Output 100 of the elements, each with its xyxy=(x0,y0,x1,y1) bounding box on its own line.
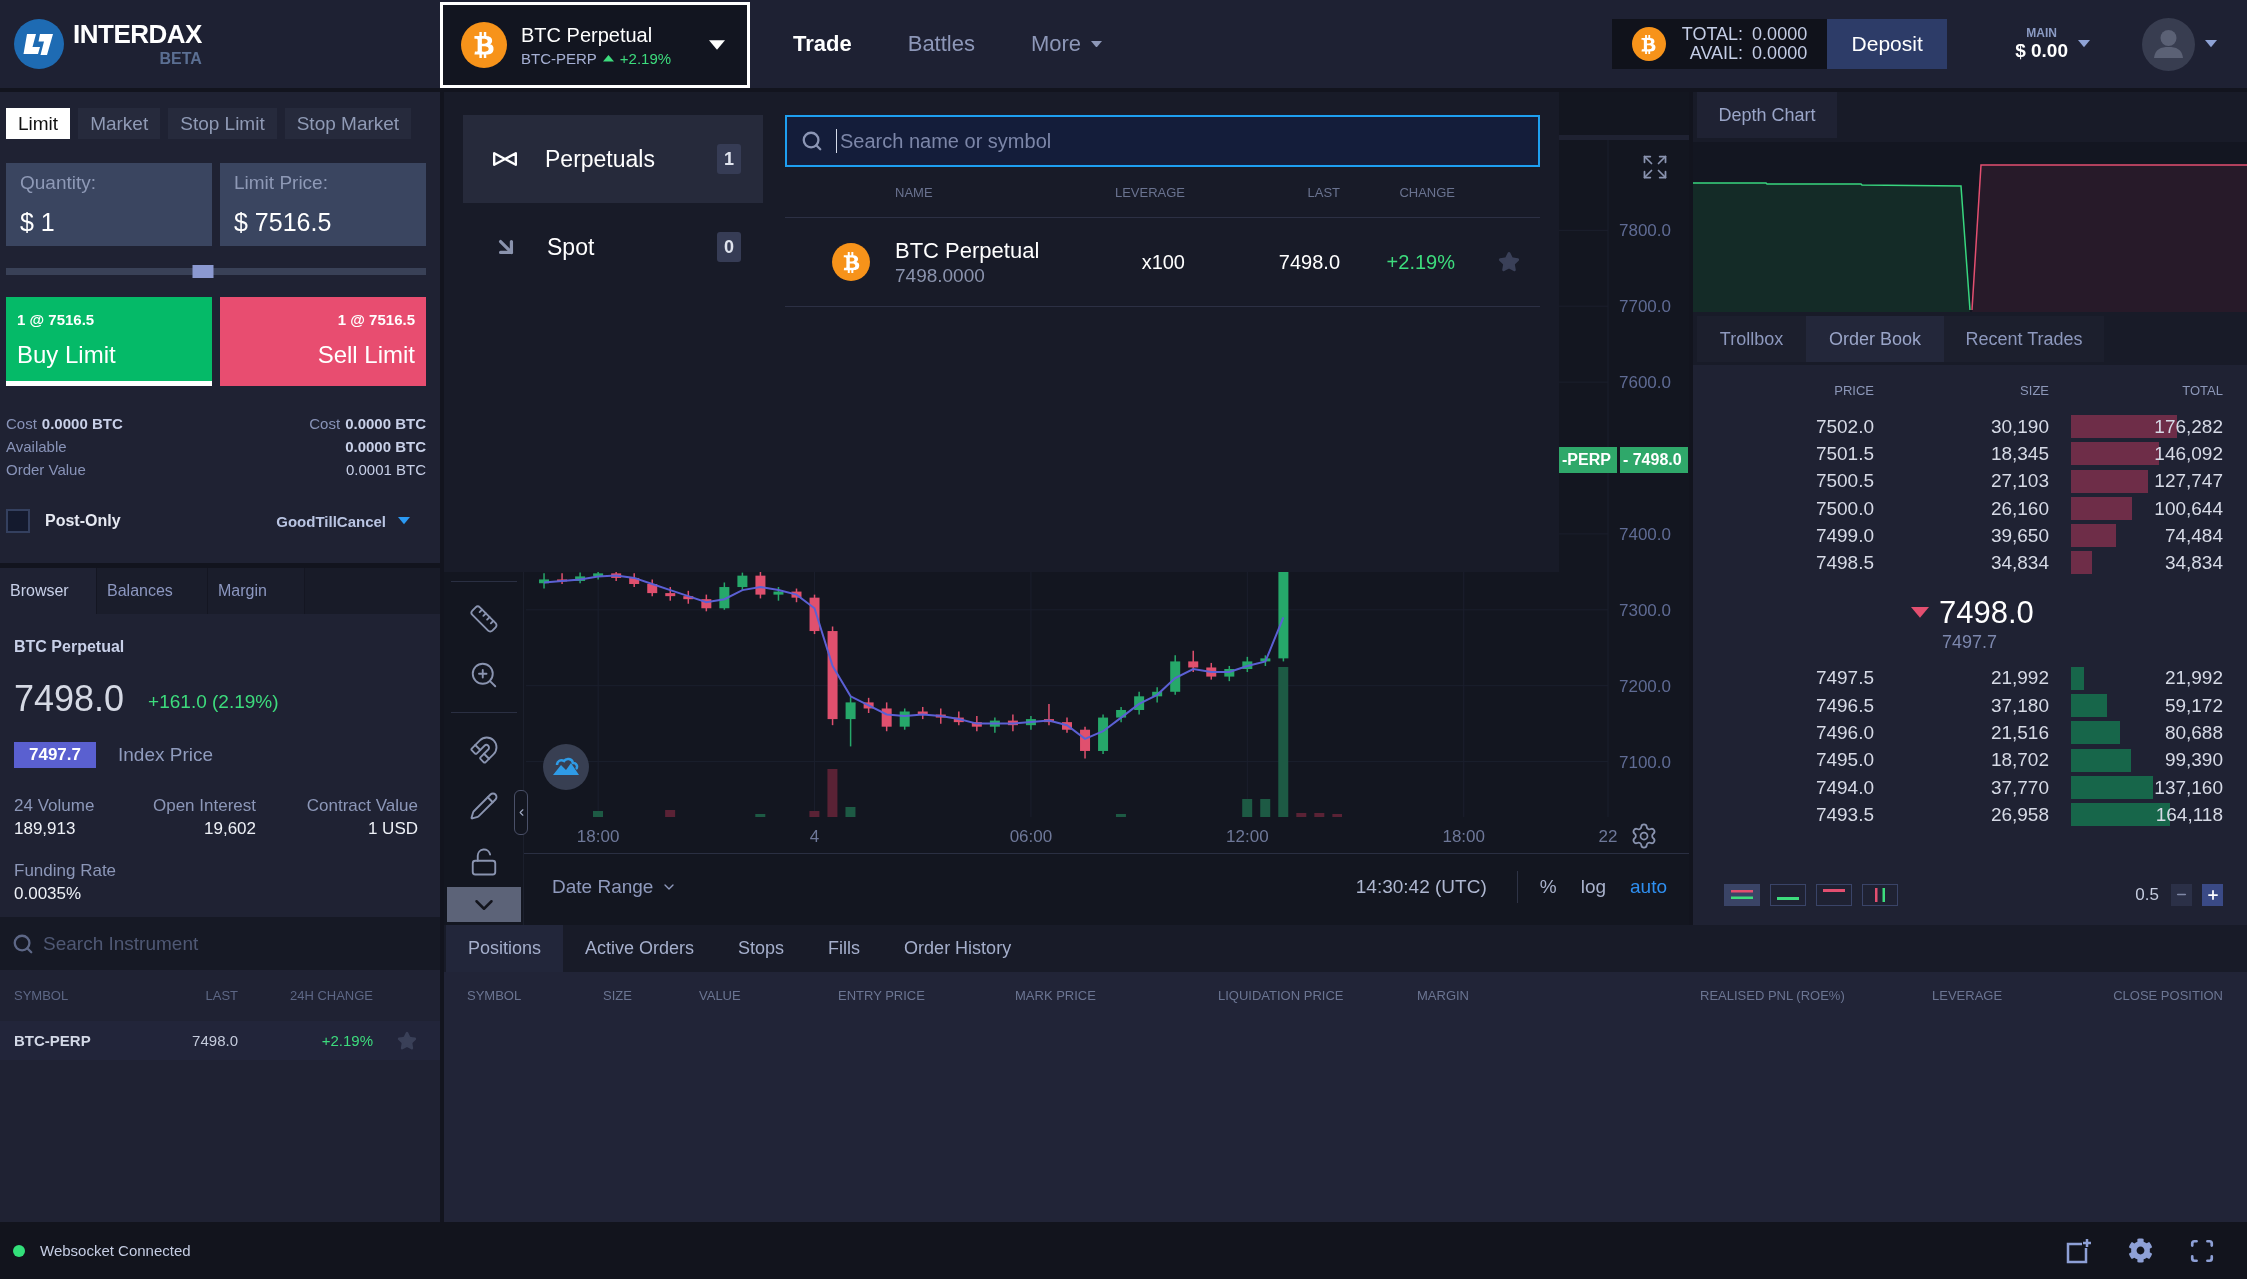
field-value: $ 1 xyxy=(20,208,56,236)
scale-toggle[interactable]: log xyxy=(1580,876,1606,898)
vertical-bars-icon xyxy=(1875,887,1885,902)
avatar-icon[interactable] xyxy=(2142,17,2195,71)
magnet-icon[interactable] xyxy=(468,735,499,765)
order-type-tab[interactable]: Limit xyxy=(6,108,71,139)
caret-icon xyxy=(709,40,725,50)
column-header: CHANGE xyxy=(1398,184,1455,200)
expand-icon[interactable] xyxy=(1641,153,1669,181)
category-item[interactable]: Perpetuals 1 xyxy=(463,115,763,203)
column-header: CLOSE POSITION xyxy=(2112,987,2223,1003)
order-book-size: 26,160 xyxy=(1989,497,2049,520)
chevron-down-icon[interactable] xyxy=(446,887,521,922)
account-switcher[interactable]: MAIN $ 0.00 xyxy=(2015,26,2090,62)
limit-price-field[interactable]: Limit Price: $ 7516.5 xyxy=(220,163,426,246)
nav-link[interactable]: More xyxy=(1030,31,1103,57)
nav-link[interactable]: Battles xyxy=(907,31,975,57)
candlestick xyxy=(755,571,766,600)
last-cell-text: 7498.0 xyxy=(191,1032,238,1049)
order-book-size: 27,103 xyxy=(1989,470,2049,493)
price-change: +161.0 (2.19%) xyxy=(148,691,279,713)
column-header: LIQUIDATION PRICE xyxy=(1218,987,1345,1003)
deposit-button[interactable]: Deposit xyxy=(1827,19,1948,69)
order-book-total: 146,092 xyxy=(2154,442,2223,465)
book-view-button[interactable] xyxy=(1770,883,1806,906)
date-range-button[interactable]: Date Range xyxy=(552,876,678,898)
candlestick xyxy=(773,586,784,602)
order-book-total: 100,644 xyxy=(2154,497,2223,520)
ruler-icon[interactable] xyxy=(468,604,499,634)
clock-label: 14:30:42 (UTC) xyxy=(1355,876,1487,898)
panel-tab[interactable]: Order Book xyxy=(1806,316,1944,362)
account-balance: $ 0.00 xyxy=(2015,40,2068,62)
price-axis-label: 7200.0 xyxy=(1619,676,1671,696)
leverage-cell-text: x100 xyxy=(1140,250,1185,274)
market-search-field[interactable]: Search name or symbol xyxy=(785,115,1540,167)
sell-button[interactable]: 1 @ 7516.5 Sell Limit xyxy=(220,297,426,386)
instrument-search-field[interactable]: Search Instrument xyxy=(0,917,440,970)
order-book-size: 18,345 xyxy=(1989,442,2049,465)
post-only-checkbox[interactable] xyxy=(6,509,30,533)
category-label: Perpetuals xyxy=(545,145,655,173)
star-icon[interactable] xyxy=(1498,251,1520,273)
order-book-price: 7494.0 xyxy=(1814,776,1874,799)
book-view-button[interactable] xyxy=(1862,883,1898,906)
panel-tab[interactable]: Browser xyxy=(0,568,97,614)
panel-tab[interactable]: Trollbox xyxy=(1697,316,1806,362)
candlestick xyxy=(683,590,694,605)
price-axis-label: 7300.0 xyxy=(1619,600,1671,620)
order-book-total: 80,688 xyxy=(2164,722,2223,744)
column-header: LEVERAGE xyxy=(1932,987,2004,1003)
collapse-handle[interactable] xyxy=(514,790,528,835)
order-type-tab[interactable]: Stop Market xyxy=(284,108,412,139)
plus-icon xyxy=(2205,887,2220,902)
order-type-tab[interactable]: Stop Limit xyxy=(168,108,277,139)
order-book-total: 164,118 xyxy=(2155,803,2223,826)
order-book-size: 30,190 xyxy=(1989,415,2049,438)
category-label: Spot xyxy=(547,233,595,261)
column-header: SIZE xyxy=(2019,382,2049,398)
settings-icon[interactable] xyxy=(2128,1238,2153,1263)
bowtie-icon xyxy=(493,152,517,166)
search-icon xyxy=(801,130,823,152)
logo-wordmark: INTERDAX xyxy=(73,21,202,47)
post-only-label: Post-Only xyxy=(45,512,121,530)
stat-label: 24 Volume xyxy=(14,795,95,817)
wallet-value: 0.0000 xyxy=(1752,25,1808,44)
summary-label: Cost xyxy=(6,414,37,434)
add-window-icon[interactable] xyxy=(2066,1237,2092,1264)
category-item[interactable]: Spot 0 xyxy=(463,203,763,291)
nav-link[interactable]: Trade xyxy=(793,31,852,57)
quantity-field[interactable]: Quantity: $ 1 xyxy=(6,163,212,246)
order-type-tab[interactable]: Market xyxy=(78,108,161,139)
order-book-total: 99,390 xyxy=(2164,749,2223,772)
order-book-price: 7496.0 xyxy=(1814,722,1874,744)
beta-label: BETA xyxy=(159,51,202,67)
star-icon[interactable] xyxy=(396,1030,417,1051)
panel-tab[interactable]: Recent Trades xyxy=(1944,316,2104,362)
pencil-icon[interactable] xyxy=(468,791,499,821)
slider-thumb[interactable] xyxy=(192,265,214,278)
time-in-force-select[interactable]: GoodTillCancel xyxy=(276,512,410,530)
order-book-size: 21,516 xyxy=(1989,722,2049,744)
market-selector[interactable]: BTC Perpetual BTC-PERP +2.19% xyxy=(440,2,750,88)
bitcoin-icon xyxy=(461,22,507,68)
book-view-button[interactable] xyxy=(1724,883,1760,906)
book-view-button[interactable] xyxy=(1816,883,1852,906)
scale-toggle[interactable]: % xyxy=(1539,876,1557,898)
fullscreen-icon[interactable] xyxy=(2189,1237,2215,1264)
scale-toggle[interactable]: auto xyxy=(1630,876,1667,898)
market-row[interactable]: BTC Perpetual 7498.0000 x100 7498.0 +2.19% xyxy=(785,218,1540,307)
market-change: +2.19% xyxy=(619,50,672,67)
caret-icon xyxy=(398,517,410,525)
panel-tab[interactable]: Positions xyxy=(446,925,564,972)
increase-step-button[interactable] xyxy=(2202,883,2223,906)
size-slider-track[interactable] xyxy=(6,268,426,275)
wallet-label: AVAIL: xyxy=(1688,44,1744,63)
order-book-price: 7500.0 xyxy=(1814,497,1874,520)
column-header: LAST xyxy=(1306,184,1340,200)
panel-tab[interactable]: Depth Chart xyxy=(1697,92,1837,138)
settings-icon[interactable] xyxy=(1630,822,1658,850)
connection-status: Websocket Connected xyxy=(40,1242,191,1259)
market-name: BTC Perpetual xyxy=(521,23,654,47)
time-axis-label: 22 xyxy=(1598,827,1618,846)
